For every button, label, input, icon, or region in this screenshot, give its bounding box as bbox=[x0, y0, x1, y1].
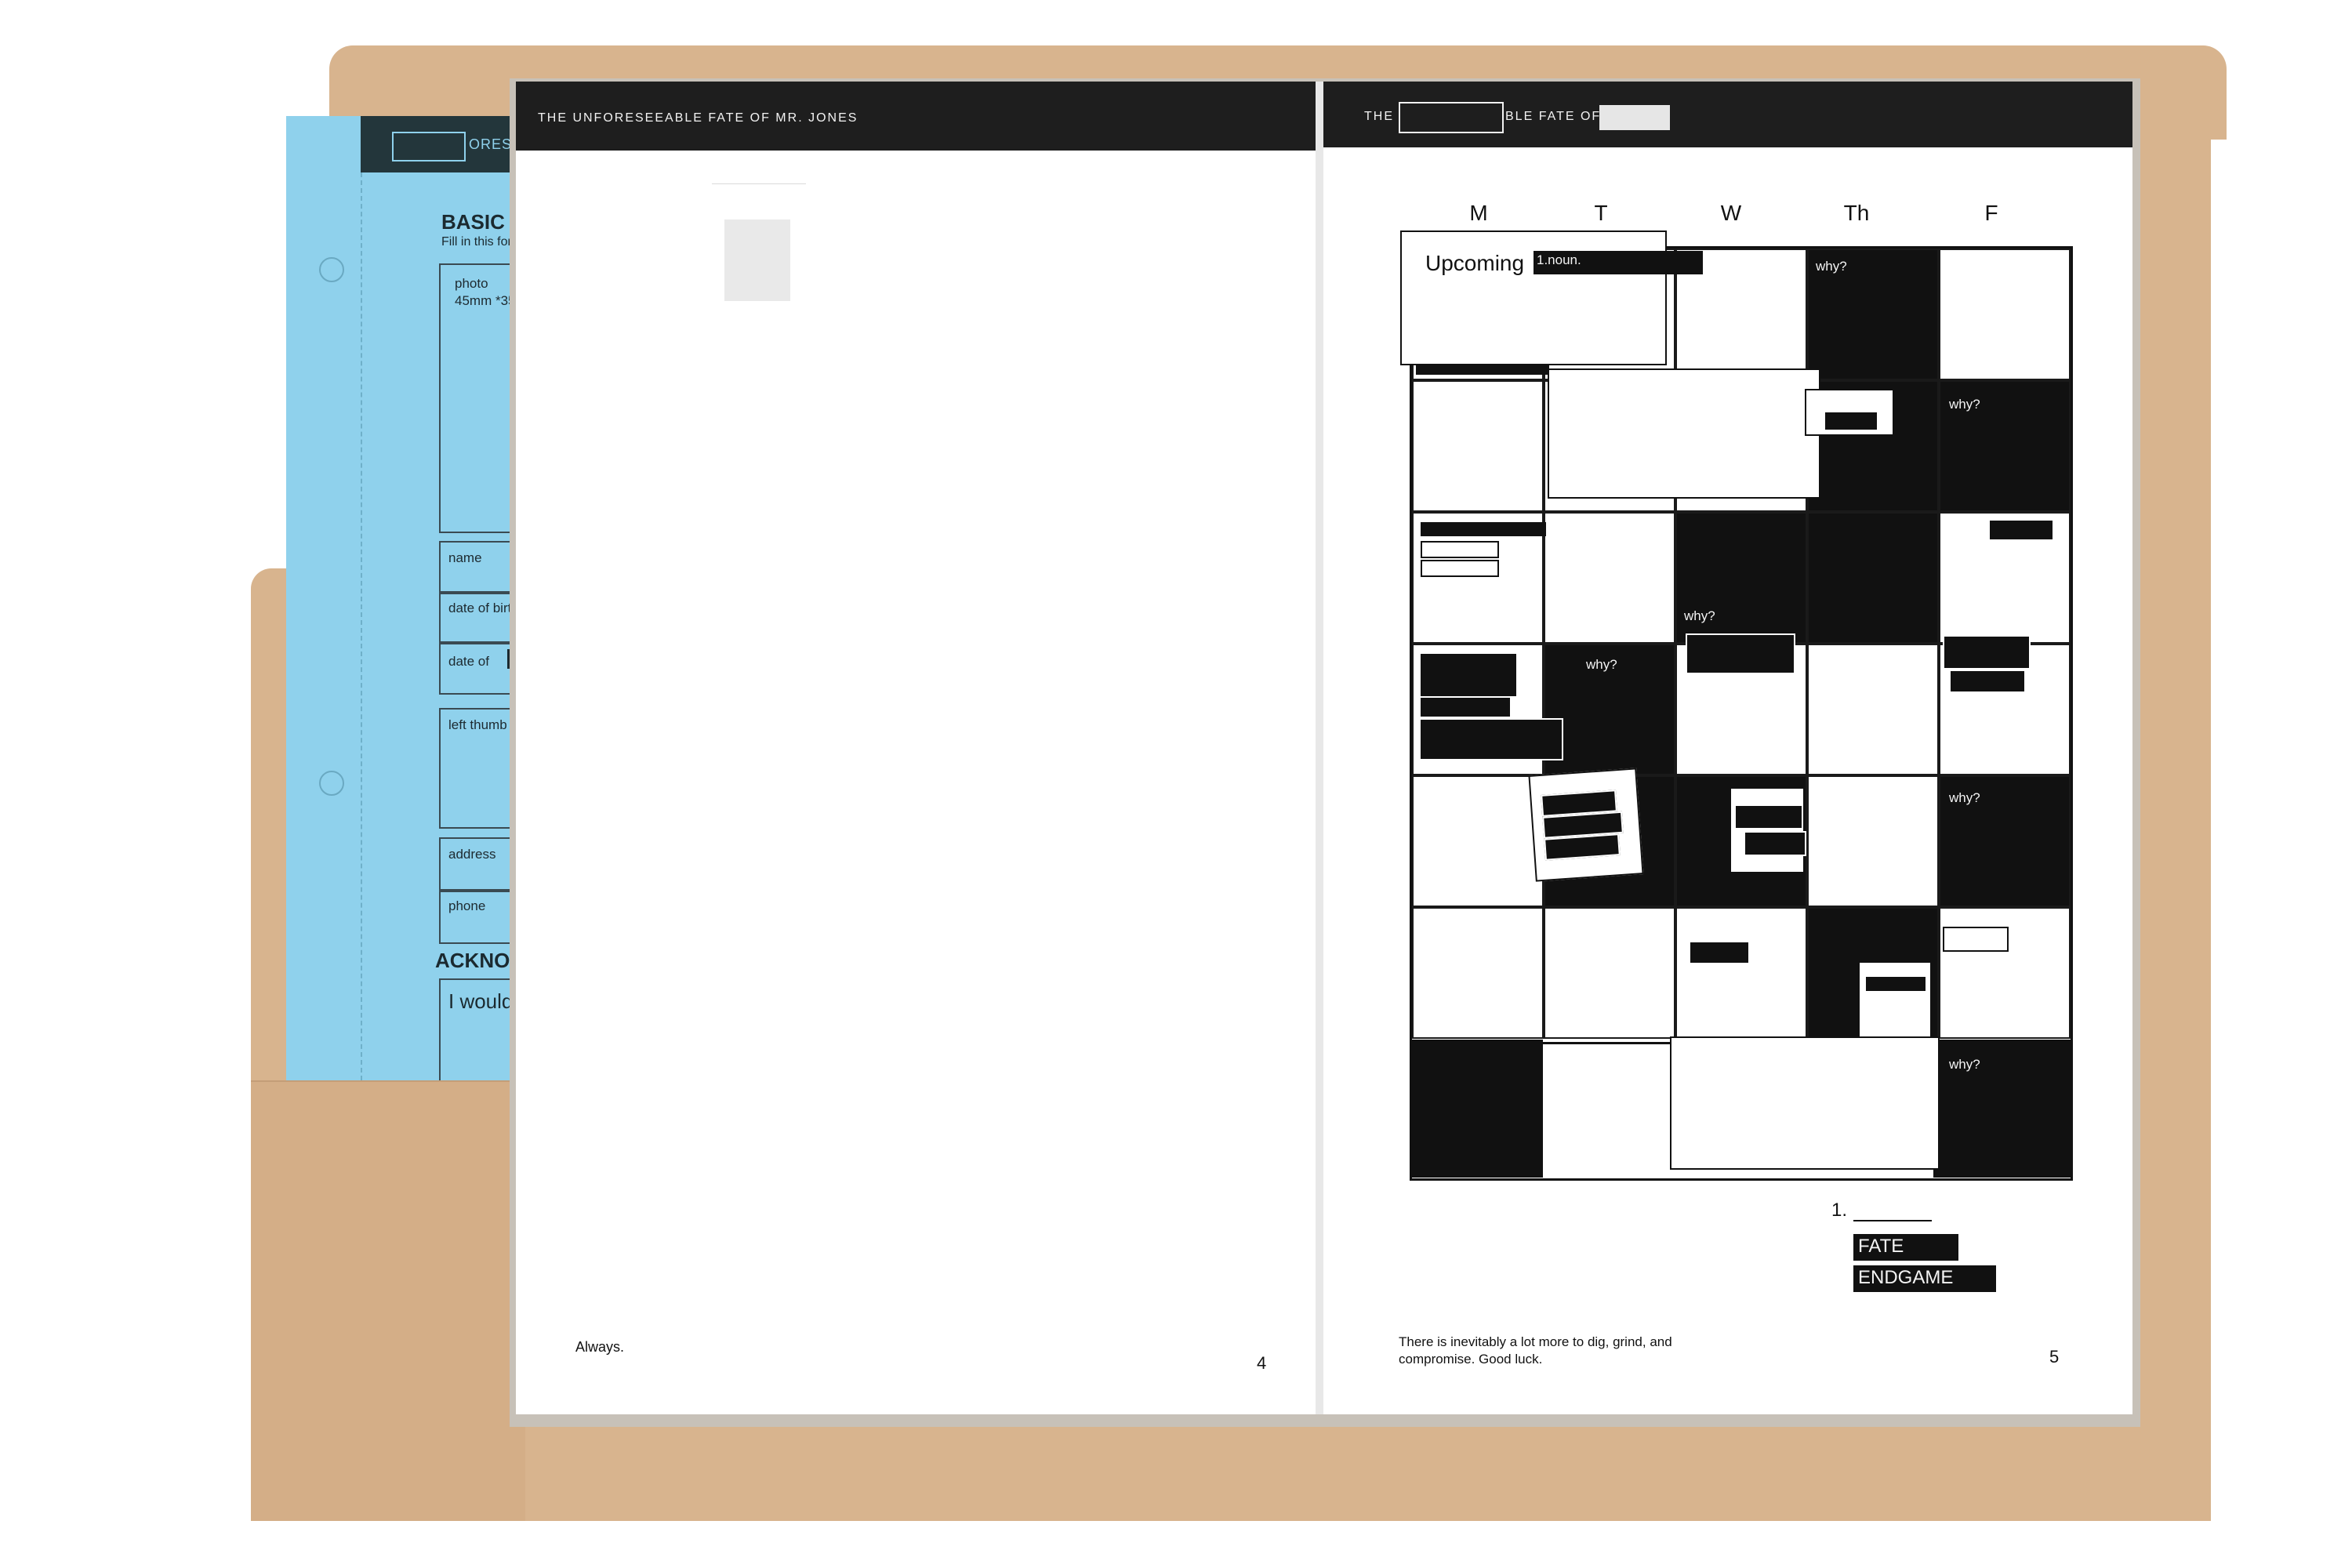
left-page-number: 4 bbox=[1257, 1353, 1267, 1373]
form-margin-line bbox=[361, 172, 362, 1080]
right-page: THE BLE FATE OF M T W Th F Upcoming 1.no… bbox=[1323, 82, 2132, 1414]
form-header-box bbox=[392, 132, 466, 162]
upcoming-box: Upcoming 1.noun. bbox=[1400, 230, 1703, 365]
row3-mon-box-b bbox=[1421, 541, 1499, 558]
header-redaction-box bbox=[1399, 102, 1504, 133]
row4-mon-bars bbox=[1419, 652, 1563, 762]
why-label-1: why? bbox=[1816, 259, 1847, 274]
folder-pocket bbox=[251, 1080, 525, 1521]
binder-hole-top bbox=[319, 257, 344, 282]
endgame-tag: ENDGAME bbox=[1853, 1265, 1996, 1292]
phone-label: phone bbox=[448, 898, 486, 913]
left-thumb-label: left thumb bbox=[448, 717, 507, 732]
bleed-through-box bbox=[724, 220, 790, 301]
day-wednesday: W bbox=[1720, 201, 1742, 225]
fate-tag: FATE bbox=[1853, 1234, 1958, 1261]
cell-r5-mon bbox=[1412, 775, 1544, 907]
cell-r6-wed bbox=[1675, 907, 1807, 1039]
row3-mon-box-c bbox=[1421, 560, 1499, 577]
cell-r6-mon bbox=[1412, 907, 1544, 1039]
date-label: date of bbox=[448, 654, 489, 669]
upcoming-label: Upcoming bbox=[1425, 251, 1525, 275]
spine bbox=[1316, 82, 1323, 1414]
left-page-header-band: THE UNFORESEEABLE FATE OF MR. JONES bbox=[516, 82, 1316, 151]
left-page-header: THE UNFORESEEABLE FATE OF MR. JONES bbox=[538, 111, 858, 125]
bleed-through-line bbox=[712, 183, 806, 184]
left-footer-text: Always. bbox=[575, 1339, 625, 1355]
acknowledgement-text: I would bbox=[448, 989, 514, 1013]
answer-line[interactable] bbox=[1853, 1220, 1932, 1221]
right-footer-line1: There is inevitably a lot more to dig, g… bbox=[1399, 1334, 1672, 1349]
cell-r4-thu bbox=[1807, 644, 1939, 775]
row3-mon-bar-a bbox=[1421, 522, 1546, 536]
why-label-4: why? bbox=[1586, 657, 1617, 672]
name-label: name bbox=[448, 550, 482, 565]
cell-r3-tue bbox=[1544, 512, 1675, 644]
day-tuesday: T bbox=[1594, 201, 1608, 225]
large-note-box bbox=[1670, 1036, 1940, 1170]
left-page: THE UNFORESEEABLE FATE OF MR. JONES Alwa… bbox=[516, 82, 1316, 1414]
row3-fri-bar bbox=[1990, 521, 2053, 539]
cell-r2-mon bbox=[1412, 380, 1544, 512]
tilted-note bbox=[1528, 768, 1644, 882]
why-label-3: why? bbox=[1684, 608, 1715, 623]
address-label: address bbox=[448, 847, 496, 862]
day-thursday: Th bbox=[1843, 201, 1870, 225]
row6-wed-bar bbox=[1690, 942, 1748, 963]
cell-r5-thu bbox=[1807, 775, 1939, 907]
definition-tag: 1.noun. bbox=[1534, 251, 1703, 274]
right-footer-line2: compromise. Good luck. bbox=[1399, 1352, 1543, 1367]
right-page-number: 5 bbox=[2049, 1347, 2060, 1367]
answer-number: 1. bbox=[1831, 1200, 1848, 1221]
row2-black-strip bbox=[1416, 364, 1549, 375]
row3-wed-bar bbox=[1686, 633, 1795, 674]
day-monday: M bbox=[1469, 201, 1488, 225]
why-label-2: why? bbox=[1949, 397, 1980, 412]
cell-r3-thu bbox=[1807, 512, 1939, 644]
row5-wed-box bbox=[1730, 787, 1806, 873]
birth-date-label: date of birth bbox=[448, 601, 519, 615]
cell-r6-tue bbox=[1544, 907, 1675, 1039]
header-redaction-fill bbox=[1599, 105, 1670, 130]
right-page-header-band: THE BLE FATE OF bbox=[1323, 82, 2132, 147]
right-header-suffix: BLE FATE OF bbox=[1505, 110, 1602, 123]
row3-fri-bar-b bbox=[1951, 671, 2024, 691]
right-header-prefix: THE bbox=[1364, 110, 1394, 123]
cell-r1-fri bbox=[1939, 249, 2071, 380]
row6-fri-box bbox=[1943, 927, 2009, 952]
row2-black-bar bbox=[1825, 412, 1877, 430]
photo-label: photo bbox=[455, 276, 488, 291]
note-box-row2 bbox=[1548, 368, 1820, 499]
day-friday: F bbox=[1984, 201, 1998, 225]
why-label-6: why? bbox=[1949, 1057, 1980, 1072]
binder-hole-bottom bbox=[319, 771, 344, 796]
why-label-5: why? bbox=[1949, 790, 1980, 805]
row3-fri-bar-a bbox=[1943, 635, 2031, 670]
